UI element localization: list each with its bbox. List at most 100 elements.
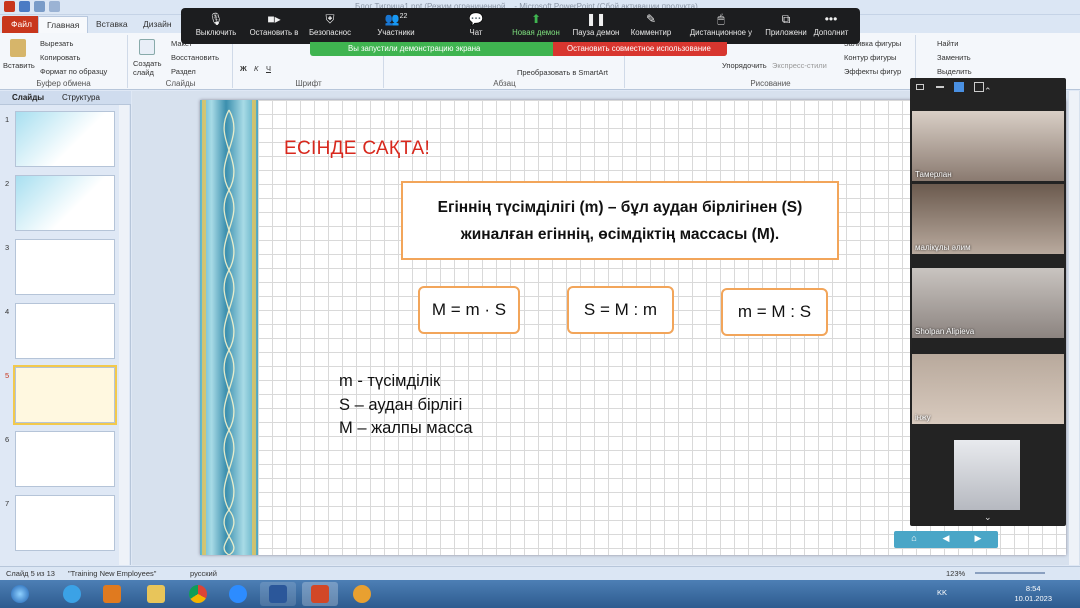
next-nav-icon[interactable]: ▶ [964,533,992,546]
paste-button[interactable]: Вставить [3,61,35,70]
tab-file[interactable]: Файл [2,16,41,33]
taskbar-explorer[interactable] [138,582,174,606]
participant-video-3[interactable]: Sholpan Alipieva [912,268,1064,338]
collapse-icon[interactable] [936,86,944,88]
internet-explorer-icon [63,585,81,603]
participant-video-4[interactable]: інжу [912,354,1064,424]
definition-box[interactable]: Егіннің түсімділігі (m) – бұл аудан бірл… [401,181,839,260]
more-button[interactable]: ••• Дополнит [801,8,861,44]
zoom-video-panel: ⌃ Тамерлан малікұлы әлим Sholpan Alipiev… [910,78,1066,526]
quick-styles-button[interactable]: Экспресс-стили [772,61,827,70]
definition-line-2: жиналған егіннің, өсімдіктің массасы (М)… [460,226,780,243]
scroll-up-icon[interactable]: ⌃ [984,86,992,97]
gallery-view-icon[interactable] [974,82,984,92]
new-slide-icon[interactable] [139,39,155,55]
security-button[interactable]: ⛨ Безопаснос [295,8,365,44]
tab-design[interactable]: Дизайн [135,16,180,33]
taskbar-powerpoint[interactable] [302,582,338,606]
prev-nav-icon[interactable]: ◀ [932,533,960,546]
format-painter-button[interactable]: Формат по образцу [40,67,107,76]
clock-date: 10.01.2023 [1014,594,1052,603]
slide-thumbnail-7[interactable] [15,495,115,551]
participant-video-5[interactable] [954,440,1020,510]
taskbar-hp[interactable] [344,582,380,606]
more-icon: ••• [824,12,838,26]
taskbar-ie[interactable] [54,582,90,606]
slide-number: 3 [5,243,10,252]
copy-button[interactable]: Копировать [40,53,80,62]
cut-button[interactable]: Вырезать [40,39,73,48]
media-player-icon [103,585,121,603]
formula-box-3[interactable]: m = M : S [721,288,828,336]
shape-outline-button[interactable]: Контур фигуры [844,53,896,62]
editor-scrollbar[interactable] [1069,91,1079,565]
slides-pane: Слайды Структура 1 2 3 4 5 6 7 [0,91,131,565]
save-icon[interactable] [19,1,30,12]
slide-title[interactable]: ЕСІНДЕ САҚТА! [284,138,430,160]
tab-insert[interactable]: Вставка [88,16,136,33]
participant-name: малікұлы әлим [915,243,971,252]
annotate-button[interactable]: ✎ Комментир [616,8,686,44]
slide-thumbnail-2[interactable] [15,175,115,231]
zoom-slider[interactable] [975,572,1045,574]
start-button[interactable] [2,582,38,606]
speaker-view-icon[interactable] [954,82,964,92]
redo-icon[interactable] [49,1,60,12]
slide-number: 7 [5,499,10,508]
participants-icon: 👥22 [384,12,408,26]
taskbar-zoom[interactable] [220,582,256,606]
home-nav-icon[interactable]: ⌂ [900,533,928,546]
participants-button[interactable]: 👥22 Участники [361,8,431,44]
slide-thumbnail-5[interactable] [13,365,117,425]
slide-thumbnail-1[interactable] [15,111,115,167]
kazakh-ornament-pattern [202,100,256,555]
legend-line-3[interactable]: М – жалпы масса [339,419,473,438]
participant-video-1[interactable]: Тамерлан [912,111,1064,181]
reset-button[interactable]: Восстановить [171,53,219,62]
quick-access-toolbar [4,1,60,12]
keyboard-language[interactable]: KK [937,588,947,597]
share-notice: Вы запустили демонстрацию экрана [348,44,481,53]
screen-share-banner: Вы запустили демонстрацию экрана Останов… [310,42,727,56]
scroll-down-icon[interactable]: ⌄ [984,512,992,523]
undo-icon[interactable] [34,1,45,12]
tab-outline[interactable]: Структура [62,93,100,102]
legend-line-2[interactable]: S – аудан бірлігі [339,396,462,415]
font-group-label: Шрифт [295,79,322,88]
select-button[interactable]: Выделить [937,67,972,76]
paste-icon[interactable] [10,39,26,57]
paragraph-group-label: Абзац [493,79,516,88]
slide-thumbnail-6[interactable] [15,431,115,487]
tab-home[interactable]: Главная [38,16,89,33]
system-clock[interactable]: 8:54 10.01.2023 [1014,584,1052,604]
legend-line-1[interactable]: m - түсімділік [339,372,440,391]
formula-box-2[interactable]: S = M : m [567,286,674,334]
arrange-button[interactable]: Упорядочить [722,61,767,70]
shape-effects-button[interactable]: Эффекты фигур [844,67,901,76]
italic-button[interactable]: К [254,64,258,73]
slides-pane-scrollbar[interactable] [119,105,129,565]
underline-button[interactable]: Ч [266,64,271,73]
stop-share-button[interactable]: Остановить совместное использование [553,42,727,56]
powerpoint-icon [311,585,329,603]
remote-control-button[interactable]: 🖱 Дистанционное у [681,8,761,44]
minimize-icon[interactable] [916,84,924,90]
taskbar-media[interactable] [94,582,130,606]
zoom-level[interactable]: 123% [946,569,965,578]
slide-number: 5 [5,371,10,380]
taskbar-chrome[interactable] [180,582,216,606]
bold-button[interactable]: Ж [240,64,247,73]
new-slide-button[interactable]: Создать слайд [133,59,167,77]
section-button[interactable]: Раздел [171,67,196,76]
clock-time: 8:54 [1025,584,1041,593]
taskbar-word[interactable] [260,582,296,606]
formula-box-1[interactable]: M = m · S [418,286,520,334]
slide-thumbnail-3[interactable] [15,239,115,295]
tab-slides[interactable]: Слайды [12,93,44,102]
participant-video-2[interactable]: малікұлы әлим [912,184,1064,254]
hp-icon [353,585,371,603]
slide-thumbnail-4[interactable] [15,303,115,359]
replace-button[interactable]: Заменить [937,53,971,62]
find-button[interactable]: Найти [937,39,958,48]
smartart-button[interactable]: Преобразовать в SmartArt [517,68,608,77]
